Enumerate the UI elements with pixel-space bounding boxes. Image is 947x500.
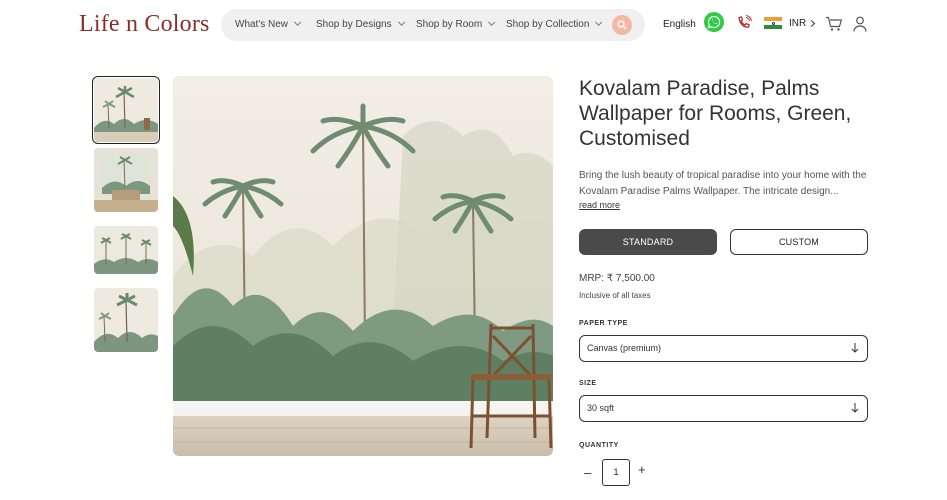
gallery-thumbnail-1[interactable] xyxy=(92,76,160,144)
whatsapp-icon[interactable] xyxy=(704,12,724,32)
nav-shop-by-room[interactable]: Shop by Room xyxy=(416,9,496,41)
india-flag-icon[interactable] xyxy=(764,17,782,29)
product-title: Kovalam Paradise, Palms Wallpaper for Ro… xyxy=(579,77,852,150)
language-selector[interactable]: English xyxy=(663,19,696,30)
chevron-down-icon xyxy=(595,18,603,26)
nav-label: Shop by Designs xyxy=(316,19,392,30)
quantity-label: QUANTITY xyxy=(579,442,619,449)
size-value: 30 sqft xyxy=(587,403,615,413)
tax-note: Inclusive of all taxes xyxy=(579,291,651,300)
chevron-right-icon[interactable] xyxy=(807,19,816,28)
quantity-decrease-button[interactable]: – xyxy=(584,465,591,480)
standard-size-button[interactable]: STANDARD xyxy=(579,229,717,255)
quantity-increase-button[interactable]: + xyxy=(638,462,646,477)
site-header: Life n Colors What's New Shop by Designs… xyxy=(0,0,947,50)
quantity-input[interactable]: 1 xyxy=(602,459,630,486)
phone-icon[interactable] xyxy=(735,14,753,32)
chevron-down-icon xyxy=(397,18,405,26)
paper-type-value: Canvas (premium) xyxy=(587,343,662,353)
chevron-down-icon xyxy=(488,18,496,26)
nav-shop-by-designs[interactable]: Shop by Designs xyxy=(316,9,405,41)
user-icon[interactable] xyxy=(853,16,867,32)
nav-label: Shop by Room xyxy=(416,19,483,30)
nav-whats-new[interactable]: What's New xyxy=(235,9,302,41)
size-label: SIZE xyxy=(579,380,597,387)
paper-type-label: PAPER TYPE xyxy=(579,320,628,327)
gallery-thumbnail-4[interactable] xyxy=(94,288,158,352)
nav-label: Shop by Collection xyxy=(506,19,590,30)
chevron-down-icon xyxy=(294,18,302,26)
gallery-thumbnail-2[interactable] xyxy=(94,148,158,212)
product-main-image[interactable] xyxy=(173,76,553,456)
product-description: Bring the lush beauty of tropical paradi… xyxy=(579,170,867,197)
currency-selector[interactable]: INR xyxy=(789,18,806,29)
brand-logo[interactable]: Life n Colors xyxy=(79,11,210,38)
price-label: MRP: ₹ 7,500.00 xyxy=(579,273,655,284)
nav-label: What's New xyxy=(235,19,289,30)
main-nav: What's New Shop by Designs Shop by Room … xyxy=(221,9,645,41)
read-more-link[interactable]: read more xyxy=(579,200,620,210)
custom-size-button[interactable]: CUSTOM xyxy=(730,229,868,255)
cart-icon[interactable] xyxy=(825,16,843,32)
arrow-down-icon xyxy=(851,343,859,353)
paper-type-select[interactable]: Canvas (premium) xyxy=(579,335,868,362)
arrow-down-icon xyxy=(851,403,859,413)
nav-shop-by-collection[interactable]: Shop by Collection xyxy=(506,9,603,41)
size-select[interactable]: 30 sqft xyxy=(579,395,868,422)
gallery-thumbnail-3[interactable] xyxy=(94,226,158,274)
search-icon[interactable] xyxy=(612,15,632,35)
